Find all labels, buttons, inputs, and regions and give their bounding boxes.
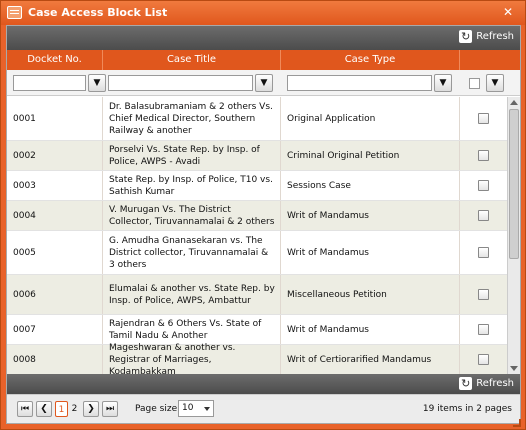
type-cell: Writ of Certiorarified Mandamus <box>281 345 460 374</box>
page-size-label: Page size: <box>135 404 181 414</box>
table-row[interactable]: 0002 Porselvi Vs. State Rep. by Insp. of… <box>7 141 507 171</box>
docket-cell: 0002 <box>7 141 103 170</box>
row-checkbox[interactable] <box>478 354 489 365</box>
next-page-button[interactable]: ❯ <box>83 401 99 417</box>
filter-row: ▼ ▼ ▼ ▼ <box>7 70 520 96</box>
scroll-down-icon[interactable] <box>510 366 518 371</box>
select-cell <box>460 315 507 344</box>
type-cell: Writ of Mandamus <box>281 231 460 274</box>
select-cell <box>460 231 507 274</box>
type-cell: Sessions Case <box>281 171 460 200</box>
type-cell: Original Application <box>281 97 460 140</box>
pager: ⏮ ❮ 1 2 ❯ ⏭ Page size: 10 19 items in 2 … <box>7 394 520 423</box>
docket-cell: 0008 <box>7 345 103 374</box>
table-row[interactable]: 0007 Rajendran & 6 Others Vs. State of T… <box>7 315 507 345</box>
type-cell: Writ of Mandamus <box>281 315 460 344</box>
select-all-checkbox[interactable] <box>469 78 480 89</box>
window-title: Case Access Block List <box>28 6 168 19</box>
title-filter-button[interactable]: ▼ <box>255 74 273 92</box>
table-row[interactable]: 0004 V. Murugan Vs. The District Collect… <box>7 201 507 231</box>
refresh-icon: ↻ <box>459 377 473 390</box>
title-bar[interactable]: Case Access Block List ✕ <box>1 1 525 25</box>
table-row[interactable]: 0003 State Rep. by Insp. of Police, T10 … <box>7 171 507 201</box>
refresh-button[interactable]: ↻ Refresh <box>459 30 514 43</box>
docket-cell: 0003 <box>7 171 103 200</box>
row-checkbox[interactable] <box>478 150 489 161</box>
title-cell: Elumalai & another vs. State Rep. by Ins… <box>103 275 281 314</box>
page-size-select[interactable]: 10 <box>178 400 214 417</box>
row-checkbox[interactable] <box>478 113 489 124</box>
type-cell: Criminal Original Petition <box>281 141 460 170</box>
page-size-value: 10 <box>182 403 194 413</box>
close-icon[interactable]: ✕ <box>503 5 513 19</box>
row-checkbox[interactable] <box>478 289 489 300</box>
chevron-down-icon <box>204 407 210 411</box>
title-cell: Dr. Balasubramaniam & 2 others Vs. Chief… <box>103 97 281 140</box>
docket-cell: 0006 <box>7 275 103 314</box>
docket-cell: 0005 <box>7 231 103 274</box>
type-filter-input[interactable] <box>287 75 432 91</box>
refresh-label: Refresh <box>476 31 514 42</box>
resize-grip[interactable] <box>513 419 521 427</box>
refresh-label: Refresh <box>476 378 514 389</box>
title-filter-input[interactable] <box>108 75 253 91</box>
column-header-title[interactable]: Case Title <box>103 50 281 70</box>
select-cell <box>460 141 507 170</box>
table-row[interactable]: 0008 Mageshwaran & another vs. Registrar… <box>7 343 507 374</box>
pages-word: pages <box>484 404 512 414</box>
pages-count: 2 <box>476 404 482 414</box>
title-cell: G. Amudha Gnanasekaran vs. The District … <box>103 231 281 274</box>
row-checkbox[interactable] <box>478 180 489 191</box>
select-cell <box>460 171 507 200</box>
select-cell <box>460 275 507 314</box>
title-cell: V. Murugan Vs. The District Collector, T… <box>103 201 281 230</box>
refresh-icon: ↻ <box>459 30 473 43</box>
refresh-button[interactable]: ↻ Refresh <box>459 377 514 390</box>
scroll-up-icon[interactable] <box>510 100 518 105</box>
title-cell: Mageshwaran & another vs. Registrar of M… <box>103 343 281 374</box>
table-row[interactable]: 0006 Elumalai & another vs. State Rep. b… <box>7 275 507 315</box>
table-row[interactable]: 0005 G. Amudha Gnanasekaran vs. The Dist… <box>7 231 507 275</box>
items-mid-text: items in <box>437 404 474 414</box>
grid-panel: ↻ Refresh Docket No. Case Title Case Typ… <box>6 25 521 424</box>
page-2-link[interactable]: 2 <box>68 401 81 417</box>
bottom-toolbar: ↻ Refresh <box>7 374 520 394</box>
row-checkbox[interactable] <box>478 247 489 258</box>
last-page-button[interactable]: ⏭ <box>102 401 118 417</box>
title-cell: Rajendran & 6 Others Vs. State of Tamil … <box>103 315 281 344</box>
row-checkbox[interactable] <box>478 324 489 335</box>
column-header-docket[interactable]: Docket No. <box>7 50 103 70</box>
scroll-thumb[interactable] <box>509 109 519 259</box>
title-cell: State Rep. by Insp. of Police, T10 vs. S… <box>103 171 281 200</box>
title-cell: Porselvi Vs. State Rep. by Insp. of Poli… <box>103 141 281 170</box>
table-row[interactable]: 0001 Dr. Balasubramaniam & 2 others Vs. … <box>7 97 507 141</box>
pager-info: 19 items in 2 pages <box>423 404 512 414</box>
page-1-link[interactable]: 1 <box>55 401 68 417</box>
docket-cell: 0004 <box>7 201 103 230</box>
items-count: 19 <box>422 404 435 414</box>
column-header-select <box>460 50 520 70</box>
dialog-window: Case Access Block List ✕ ↻ Refresh Docke… <box>0 0 526 430</box>
select-cell <box>460 345 507 374</box>
vertical-scrollbar[interactable] <box>507 97 520 374</box>
select-cell <box>460 97 507 140</box>
select-filter-button[interactable]: ▼ <box>486 74 504 92</box>
top-toolbar: ↻ Refresh <box>7 26 520 50</box>
docket-cell: 0001 <box>7 97 103 140</box>
docket-filter-button[interactable]: ▼ <box>88 74 106 92</box>
window-icon <box>7 6 22 19</box>
first-page-button[interactable]: ⏮ <box>17 401 33 417</box>
grid-header: Docket No. Case Title Case Type <box>7 50 520 70</box>
docket-cell: 0007 <box>7 315 103 344</box>
docket-filter-input[interactable] <box>13 75 86 91</box>
row-checkbox[interactable] <box>478 210 489 221</box>
prev-page-button[interactable]: ❮ <box>36 401 52 417</box>
column-header-type[interactable]: Case Type <box>281 50 460 70</box>
type-cell: Writ of Mandamus <box>281 201 460 230</box>
grid-body: 0001 Dr. Balasubramaniam & 2 others Vs. … <box>7 97 507 374</box>
select-cell <box>460 201 507 230</box>
type-cell: Miscellaneous Petition <box>281 275 460 314</box>
type-filter-button[interactable]: ▼ <box>434 74 452 92</box>
